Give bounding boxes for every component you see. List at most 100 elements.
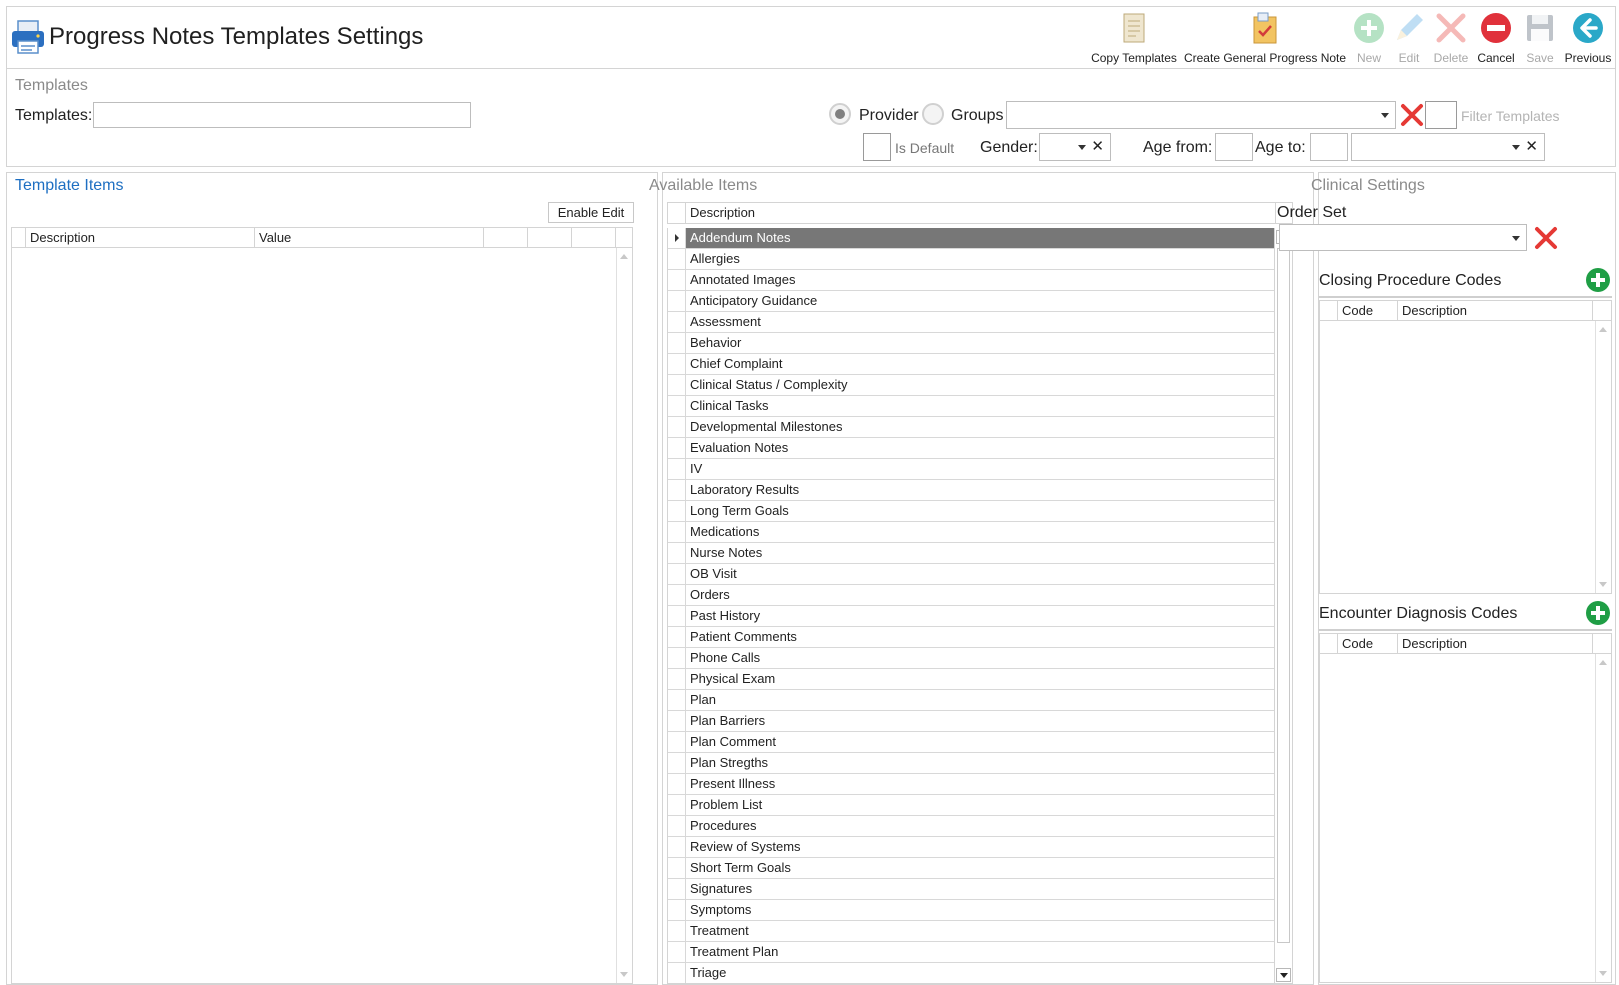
scroll-up-icon[interactable] <box>620 254 628 259</box>
create-general-progress-note-button[interactable]: Create General Progress Note <box>1181 7 1349 69</box>
column-code[interactable]: Code <box>1338 634 1398 653</box>
list-item[interactable]: Present Illness <box>668 774 1276 795</box>
copy-templates-button[interactable]: Copy Templates <box>1087 7 1181 69</box>
column-extra-1[interactable] <box>484 228 528 247</box>
clear-provider-icon[interactable] <box>1400 103 1424 127</box>
templates-panel: Templates Templates: Provider Groups Fil… <box>6 68 1616 167</box>
add-diagnosis-code-button[interactable] <box>1586 601 1610 625</box>
is-default-checkbox[interactable] <box>863 133 891 161</box>
template-items-grid-body[interactable] <box>11 248 633 984</box>
gender-combo[interactable]: ✕ <box>1039 133 1111 161</box>
age-to-input[interactable] <box>1310 133 1348 161</box>
list-item[interactable]: Patient Comments <box>668 627 1276 648</box>
list-item[interactable]: Physical Exam <box>668 669 1276 690</box>
list-item[interactable]: Procedures <box>668 816 1276 837</box>
list-item[interactable]: Signatures <box>668 879 1276 900</box>
list-item[interactable]: Problem List <box>668 795 1276 816</box>
clear-gender-icon[interactable]: ✕ <box>1091 137 1104 155</box>
edit-button[interactable]: Edit <box>1389 7 1429 69</box>
delete-button[interactable]: Delete <box>1429 7 1473 69</box>
scroll-down-icon[interactable] <box>1599 971 1607 976</box>
list-item[interactable]: Nurse Notes <box>668 543 1276 564</box>
list-item[interactable]: Triage <box>668 963 1276 983</box>
list-item-label: Present Illness <box>690 776 776 791</box>
age-unit-combo[interactable]: ✕ <box>1351 133 1545 161</box>
list-item[interactable]: Clinical Status / Complexity <box>668 375 1276 396</box>
list-item[interactable]: Short Term Goals <box>668 858 1276 879</box>
scroll-down-button[interactable] <box>1276 968 1291 982</box>
age-from-input[interactable] <box>1215 133 1253 161</box>
previous-button[interactable]: Previous <box>1561 7 1615 69</box>
column-description[interactable]: Description <box>26 228 255 247</box>
list-item[interactable]: IV <box>668 459 1276 480</box>
diagnosis-codes-scrollbar[interactable] <box>1595 654 1611 982</box>
template-items-scrollbar[interactable] <box>616 248 632 983</box>
scroll-down-icon[interactable] <box>1599 582 1607 587</box>
list-item[interactable]: Phone Calls <box>668 648 1276 669</box>
list-item[interactable]: OB Visit <box>668 564 1276 585</box>
list-item[interactable]: Evaluation Notes <box>668 438 1276 459</box>
list-item[interactable]: Anticipatory Guidance <box>668 291 1276 312</box>
diagnosis-codes-grid-body[interactable] <box>1319 654 1612 983</box>
scroll-thumb[interactable] <box>1277 248 1290 943</box>
provider-radio[interactable] <box>829 103 851 125</box>
list-item-label: Allergies <box>690 251 740 266</box>
save-button[interactable]: Save <box>1519 7 1561 69</box>
list-item[interactable]: Allergies <box>668 249 1276 270</box>
column-extra-2[interactable] <box>528 228 572 247</box>
list-item[interactable]: Assessment <box>668 312 1276 333</box>
list-item[interactable]: Symptoms <box>668 900 1276 921</box>
enable-edit-button[interactable]: Enable Edit <box>548 202 634 223</box>
scroll-down-icon[interactable] <box>620 972 628 977</box>
list-item-label: Treatment <box>690 923 749 938</box>
available-items-scrollbar[interactable] <box>1274 228 1292 983</box>
provider-combo[interactable] <box>1006 101 1396 129</box>
row-indicator <box>668 963 686 983</box>
clear-age-unit-icon[interactable]: ✕ <box>1525 137 1538 155</box>
list-item-label: OB Visit <box>690 566 737 581</box>
groups-radio[interactable] <box>922 103 944 125</box>
list-item-label: Orders <box>690 587 730 602</box>
closing-codes-scrollbar[interactable] <box>1595 321 1611 593</box>
list-item[interactable]: Annotated Images <box>668 270 1276 291</box>
list-item[interactable]: Plan <box>668 690 1276 711</box>
column-description[interactable]: Description <box>1398 634 1593 653</box>
list-item[interactable]: Long Term Goals <box>668 501 1276 522</box>
new-button[interactable]: New <box>1349 7 1389 69</box>
add-closing-code-button[interactable] <box>1586 268 1610 292</box>
column-code[interactable]: Code <box>1338 301 1398 320</box>
list-item[interactable]: Clinical Tasks <box>668 396 1276 417</box>
list-item[interactable]: Developmental Milestones <box>668 417 1276 438</box>
list-item[interactable]: Past History <box>668 606 1276 627</box>
column-value[interactable]: Value <box>255 228 484 247</box>
order-set-combo[interactable] <box>1279 224 1527 251</box>
age-to-label: Age to: <box>1255 139 1306 156</box>
closing-codes-grid-body[interactable] <box>1319 321 1612 594</box>
list-item[interactable]: Plan Barriers <box>668 711 1276 732</box>
scroll-up-icon[interactable] <box>1599 327 1607 332</box>
list-item[interactable]: Treatment <box>668 921 1276 942</box>
row-indicator <box>668 543 686 563</box>
list-item[interactable]: Plan Comment <box>668 732 1276 753</box>
column-description[interactable]: Description <box>686 203 1276 223</box>
list-item[interactable]: Orders <box>668 585 1276 606</box>
list-item[interactable]: Behavior <box>668 333 1276 354</box>
clear-order-set-icon[interactable] <box>1534 226 1558 250</box>
filter-templates-checkbox[interactable] <box>1425 101 1457 129</box>
list-item[interactable]: Medications <box>668 522 1276 543</box>
list-item-label: Chief Complaint <box>690 356 783 371</box>
list-item[interactable]: Addendum Notes <box>668 228 1276 249</box>
templates-input[interactable] <box>93 102 471 128</box>
row-indicator <box>668 312 686 332</box>
list-item[interactable]: Treatment Plan <box>668 942 1276 963</box>
column-extra-3[interactable] <box>572 228 616 247</box>
scroll-up-icon[interactable] <box>1599 660 1607 665</box>
list-item[interactable]: Chief Complaint <box>668 354 1276 375</box>
list-item[interactable]: Review of Systems <box>668 837 1276 858</box>
cancel-button[interactable]: Cancel <box>1473 7 1519 69</box>
column-description[interactable]: Description <box>1398 301 1593 320</box>
list-item[interactable]: Laboratory Results <box>668 480 1276 501</box>
order-set-label: Order Set <box>1277 204 1347 221</box>
list-item[interactable]: Plan Stregths <box>668 753 1276 774</box>
list-item-label: Past History <box>690 608 761 623</box>
